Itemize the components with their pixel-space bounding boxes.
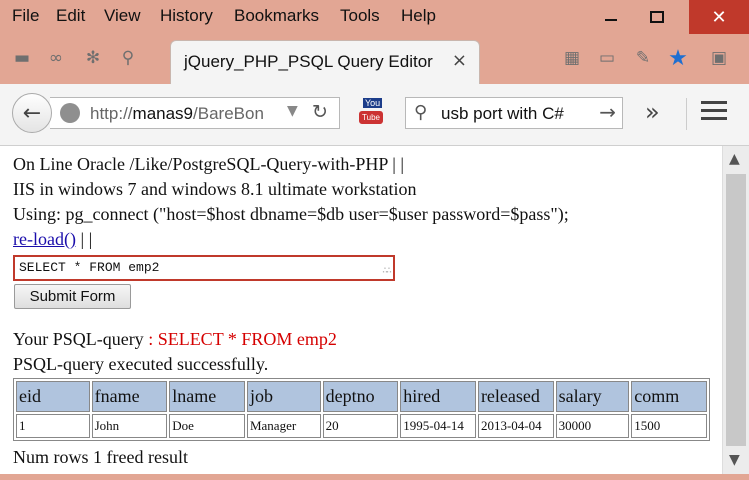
table-cell: Manager xyxy=(246,414,321,438)
navigation-bar: http://manas9/BareBon ▼ ↻ ← You Tube ⚲ u… xyxy=(0,84,749,146)
nav-separator xyxy=(686,98,687,130)
mask-icon[interactable]: ∞ xyxy=(46,48,66,68)
overflow-chevron-icon[interactable]: » xyxy=(645,98,660,126)
query-text: SELECT * FROM emp2 xyxy=(19,260,160,275)
url-bar[interactable]: http://manas9/BareBon ▼ ↻ xyxy=(50,97,340,129)
page-content: On Line Oracle /Like/PostgreSQL-Query-wi… xyxy=(0,146,722,474)
search-bar[interactable]: ⚲ usb port with C# → xyxy=(405,97,623,129)
dropdown-arrow-icon[interactable]: ▼ xyxy=(287,103,298,119)
url-path: /BareBon xyxy=(193,104,264,123)
youtube-icon-top: You xyxy=(363,98,383,108)
scroll-up-icon[interactable]: ▲ xyxy=(729,151,740,167)
youtube-icon[interactable]: You Tube xyxy=(356,98,386,128)
back-button[interactable]: ← xyxy=(12,93,52,133)
url-prefix: http:// xyxy=(90,104,133,123)
close-icon: ✕ xyxy=(711,6,727,28)
menu-view[interactable]: View xyxy=(104,6,141,26)
executed-message: PSQL-query executed successfully. xyxy=(13,354,269,374)
table-cell: 30000 xyxy=(555,414,630,438)
footer-message: Num rows 1 freed result xyxy=(13,447,188,467)
hamburger-menu-icon[interactable] xyxy=(701,101,727,125)
connect-line: Using: pg_connect ("host=$host dbname=$d… xyxy=(13,204,569,224)
table-row: 1 John Doe Manager 20 1995-04-14 2013-04… xyxy=(16,414,707,438)
globe-icon xyxy=(60,103,80,123)
url-host: manas9 xyxy=(132,104,194,123)
table-cell: Doe xyxy=(169,414,245,438)
your-query-value: : SELECT * FROM emp2 xyxy=(143,329,337,349)
tab-active[interactable]: jQuery_PHP_PSQL Query Editor × xyxy=(170,40,480,84)
window-bottom-border xyxy=(0,474,749,480)
window-icon[interactable]: ▭ xyxy=(597,48,617,68)
magnifier-icon: ⚲ xyxy=(414,102,428,123)
youtube-icon-bottom: Tube xyxy=(359,111,383,124)
search-go-arrow-icon[interactable]: → xyxy=(599,100,616,124)
minimize-button[interactable] xyxy=(588,0,634,34)
reload-icon[interactable]: ↻ xyxy=(312,101,328,123)
column-header: eid xyxy=(16,381,90,412)
column-header: fname xyxy=(91,381,168,412)
close-window-button[interactable]: ✕ xyxy=(689,0,749,34)
wrench-icon[interactable]: ✎ xyxy=(633,48,653,68)
star-icon[interactable]: ★ xyxy=(668,46,688,71)
menu-history[interactable]: History xyxy=(160,6,213,26)
column-header: lname xyxy=(169,381,245,412)
menu-edit[interactable]: Edit xyxy=(56,6,85,26)
column-header: released xyxy=(477,381,554,412)
query-textarea[interactable]: SELECT * FROM emp2 ∴∴ xyxy=(13,255,395,281)
scroll-down-icon[interactable]: ▼ xyxy=(729,452,740,468)
vertical-scrollbar[interactable]: ▲ ▼ xyxy=(722,146,749,474)
table-cell: 20 xyxy=(322,414,399,438)
reload-suffix: | | xyxy=(75,229,93,249)
reload-link[interactable]: re-load() xyxy=(13,229,76,249)
table-cell: 2013-04-04 xyxy=(477,414,554,438)
column-header: comm xyxy=(631,381,707,412)
url-text: http://manas9/BareBon xyxy=(90,104,264,124)
column-header: salary xyxy=(555,381,630,412)
menu-help[interactable]: Help xyxy=(401,6,436,26)
column-header: hired xyxy=(400,381,476,412)
heading-line-2: IIS in windows 7 and windows 8.1 ultimat… xyxy=(13,179,417,199)
column-header: deptno xyxy=(322,381,399,412)
maximize-icon xyxy=(650,11,664,23)
back-arrow-icon: ← xyxy=(22,100,42,126)
tab-title: jQuery_PHP_PSQL Query Editor xyxy=(184,52,433,71)
browser-window: File Edit View History Bookmarks Tools H… xyxy=(0,0,749,480)
minimize-icon xyxy=(605,19,617,21)
grid-icon[interactable]: ▦ xyxy=(562,48,582,68)
resize-grip-icon[interactable]: ∴∴ xyxy=(382,265,392,277)
column-header: job xyxy=(246,381,321,412)
tab-close-icon[interactable]: × xyxy=(452,50,467,71)
menu-tools[interactable]: Tools xyxy=(340,6,380,26)
heading-line-1: On Line Oracle /Like/PostgreSQL-Query-wi… xyxy=(13,154,404,174)
submit-form-button[interactable]: Submit Form xyxy=(14,284,131,309)
menu-bookmarks[interactable]: Bookmarks xyxy=(234,6,319,26)
your-query-line: Your PSQL-query : SELECT * FROM emp2 xyxy=(13,329,337,350)
search-input[interactable]: usb port with C# xyxy=(441,104,564,124)
maximize-button[interactable] xyxy=(634,0,680,34)
scroll-thumb[interactable] xyxy=(726,174,746,446)
your-query-label: Your PSQL-query xyxy=(13,329,144,349)
table-cell: 1500 xyxy=(631,414,707,438)
menu-file[interactable]: File xyxy=(12,6,39,26)
table-header-row: eid fname lname job deptno hired release… xyxy=(16,381,707,412)
table-cell: 1995-04-14 xyxy=(400,414,476,438)
results-table: eid fname lname job deptno hired release… xyxy=(13,378,710,441)
folder-icon[interactable]: ▬ xyxy=(12,48,32,68)
menu-bar: File Edit View History Bookmarks Tools H… xyxy=(0,0,749,34)
gear-icon[interactable]: ✻ xyxy=(83,48,103,68)
table-cell: 1 xyxy=(16,414,90,438)
search-icon[interactable]: ⚲ xyxy=(118,48,138,68)
clipboard-icon[interactable]: ▣ xyxy=(709,48,729,68)
reload-line: re-load() | | xyxy=(13,229,92,250)
table-cell: John xyxy=(91,414,168,438)
